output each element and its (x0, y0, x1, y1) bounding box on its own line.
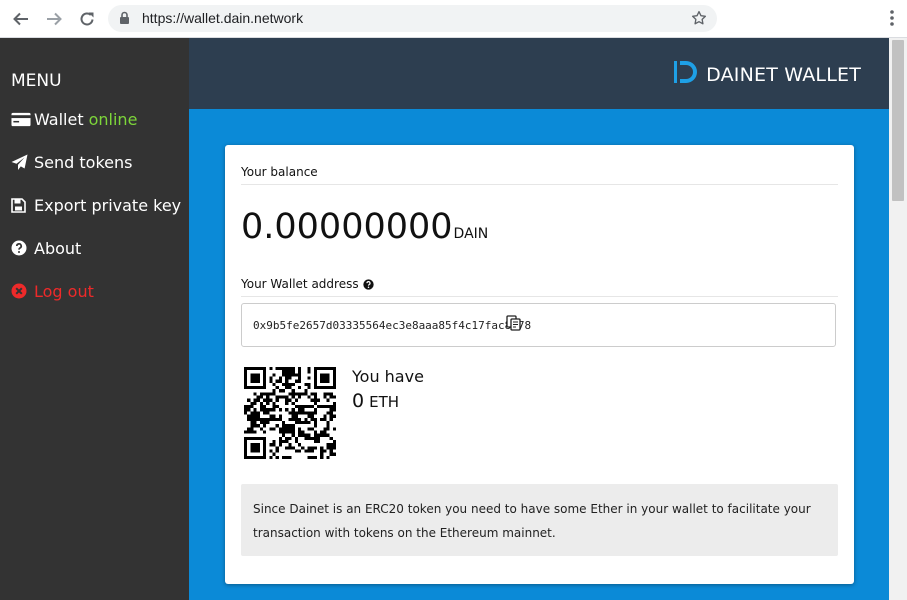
qr-code-image (244, 367, 336, 459)
sidebar-item-label: Log out (34, 281, 94, 301)
sidebar-item-send-tokens[interactable]: Send tokens (11, 151, 132, 173)
divider (241, 296, 838, 297)
wallet-address-field[interactable]: 0x9b5fe2657d03335564ec3e8aaa85f4c17fac88… (241, 303, 836, 347)
sidebar-item-label: Export private key (34, 195, 182, 215)
sidebar-item-label: Send tokens (34, 152, 133, 172)
sidebar: MENU Wallet online Send tokens Export pr… (0, 38, 189, 600)
sidebar-item-about[interactable]: About (11, 237, 81, 259)
balance-card: Your balance 0.00000000DAIN Your Wallet … (225, 145, 854, 584)
menu-title: MENU (11, 71, 62, 91)
sidebar-item-label: Wallet (34, 109, 84, 129)
divider (241, 184, 838, 185)
page-scrollbar[interactable] (889, 38, 907, 600)
qr-code (244, 367, 336, 464)
dainet-logo-icon (672, 59, 700, 90)
browser-toolbar: https://wallet.dain.network (0, 0, 907, 38)
back-arrow-icon[interactable] (10, 8, 32, 30)
url-text: https://wallet.dain.network (142, 10, 304, 26)
brand-title: DAINET WALLET (706, 63, 861, 86)
address-label: Your Wallet address (241, 277, 359, 291)
bookmark-star-icon[interactable] (690, 9, 708, 32)
times-circle-icon (11, 283, 31, 299)
lock-icon (119, 11, 130, 30)
eth-balance: 0 ETH (352, 390, 399, 412)
sidebar-item-wallet[interactable]: Wallet online (11, 108, 137, 130)
erc20-info-note: Since Dainet is an ERC20 token you need … (241, 484, 838, 556)
floppy-save-icon (11, 197, 31, 213)
forward-arrow-icon[interactable] (43, 8, 65, 30)
scrollbar-thumb[interactable] (892, 40, 904, 201)
reload-icon[interactable] (76, 8, 98, 30)
eth-amount: 0 (352, 390, 365, 412)
copy-icon[interactable] (506, 315, 522, 336)
sidebar-item-export-private-key[interactable]: Export private key (11, 194, 181, 216)
help-question-icon[interactable] (362, 278, 374, 290)
address-bar[interactable]: https://wallet.dain.network (108, 5, 717, 32)
address-label-row: Your Wallet address (241, 277, 374, 291)
balance-display: 0.00000000DAIN (241, 207, 488, 247)
more-vert-icon[interactable] (889, 9, 895, 32)
app-header: DAINET WALLET (189, 38, 889, 109)
question-circle-icon (11, 240, 31, 256)
eth-unit: ETH (369, 393, 400, 411)
balance-label: Your balance (241, 165, 318, 179)
you-have-label: You have (352, 367, 424, 386)
wallet-address[interactable]: 0x9b5fe2657d03335564ec3e8aaa85f4c17fac88… (253, 319, 531, 332)
wallet-card-icon (11, 112, 31, 127)
balance-amount: 0.00000000 (241, 207, 453, 247)
sidebar-item-label: About (34, 238, 82, 258)
paper-plane-icon (11, 154, 31, 171)
online-status: online (88, 109, 138, 129)
sidebar-item-log-out[interactable]: Log out (11, 280, 94, 302)
brand: DAINET WALLET (672, 59, 861, 90)
balance-unit: DAIN (453, 226, 489, 242)
